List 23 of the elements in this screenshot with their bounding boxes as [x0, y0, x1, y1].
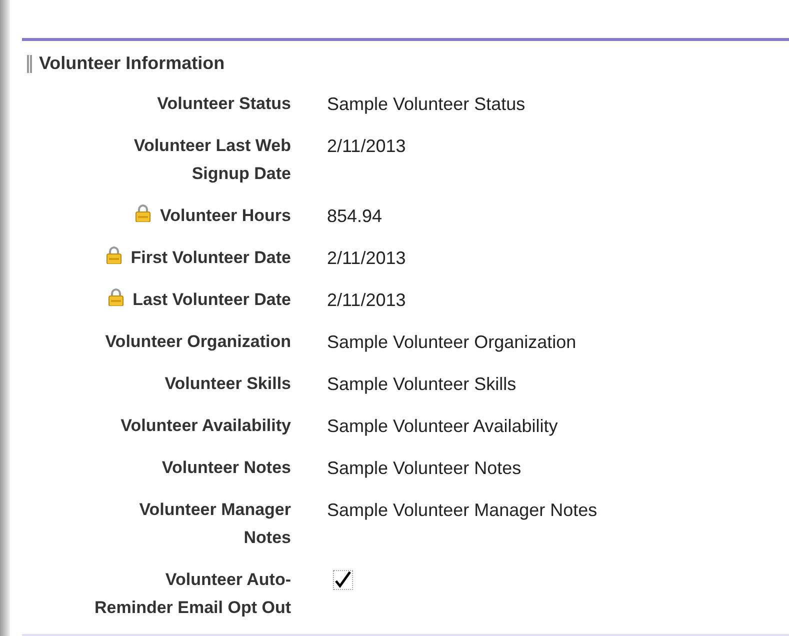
drag-handle-icon[interactable] [27, 54, 33, 72]
field-label: Volunteer Skills [164, 373, 291, 395]
section-title: Volunteer Information [39, 52, 225, 75]
field-label: Volunteer Manager Notes [139, 499, 291, 549]
field-value: 854.94 [327, 205, 382, 228]
field-label: Last Volunteer Date [132, 289, 291, 311]
field-value: Sample Volunteer Status [327, 93, 526, 116]
field-value: 2/11/2013 [327, 289, 406, 312]
field-label: Volunteer Availability [120, 415, 291, 437]
field-label: Volunteer Status [157, 93, 291, 115]
field-value: Sample Volunteer Notes [327, 457, 522, 480]
field-value: Sample Volunteer Manager Notes [327, 499, 598, 522]
field-value: 2/11/2013 [327, 247, 406, 270]
field-value: Sample Volunteer Availability [327, 415, 558, 438]
field-label: Volunteer Auto- Reminder Email Opt Out [94, 569, 291, 619]
field-label: Volunteer Hours [160, 205, 291, 227]
field-label: Volunteer Organization [105, 331, 291, 353]
field-value: Sample Volunteer Skills [327, 373, 516, 396]
field-label: Volunteer Notes [162, 457, 291, 479]
field-value: 2/11/2013 [327, 135, 406, 158]
field-value: Sample Volunteer Organization [327, 331, 576, 354]
field-label: First Volunteer Date [130, 247, 291, 269]
field-label: Volunteer Last Web Signup Date [134, 135, 291, 185]
